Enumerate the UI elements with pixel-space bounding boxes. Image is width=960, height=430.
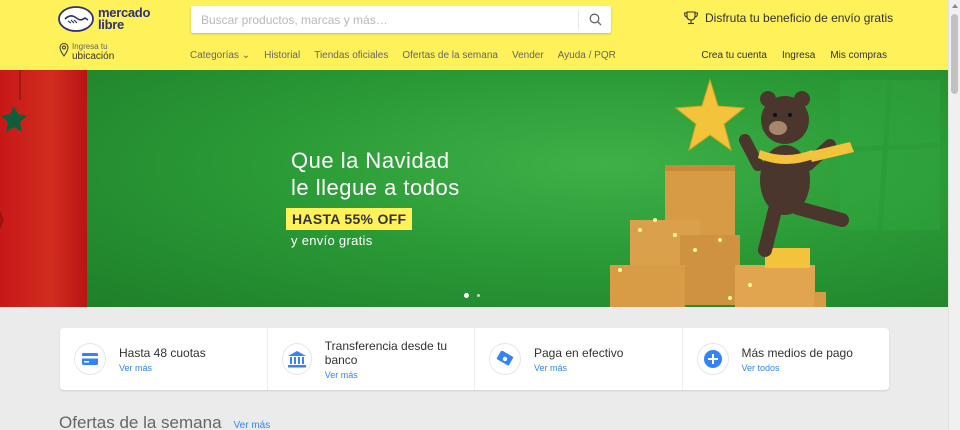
christmas-star-ornament-icon <box>0 70 27 230</box>
location-selector[interactable]: Ingresa tu ubicación <box>59 42 114 62</box>
banner-subtitle: y envío gratis <box>291 233 373 248</box>
logo-text-line2: libre <box>98 17 124 32</box>
banner-side-decoration <box>0 70 87 307</box>
payment-link[interactable]: Ver todos <box>742 363 853 373</box>
payment-link[interactable]: Ver más <box>119 363 206 373</box>
location-label: Ingresa tu <box>72 42 108 51</box>
payment-link[interactable]: Ver más <box>534 363 623 373</box>
search-input[interactable] <box>191 6 578 33</box>
search-button[interactable] <box>579 6 611 33</box>
payment-cash[interactable]: Paga en efectivo Ver más <box>475 328 683 390</box>
main-nav: Categorías ⌄ Historial Tiendas oficiales… <box>190 50 616 61</box>
carousel-dot-active[interactable] <box>464 293 469 298</box>
bank-icon <box>281 343 312 375</box>
offers-see-more-link[interactable]: Ver más <box>234 420 271 430</box>
scrollbar-thumb[interactable] <box>951 14 958 94</box>
promo-text: Disfruta tu beneficio de envío gratis <box>705 11 894 25</box>
payment-title: Hasta 48 cuotas <box>119 345 206 360</box>
payment-methods-card: Hasta 48 cuotas Ver más Transferencia de… <box>60 328 889 390</box>
trophy-icon <box>683 11 699 25</box>
create-account-link[interactable]: Crea tu cuenta <box>701 50 767 61</box>
login-link[interactable]: Ingresa <box>782 50 815 61</box>
offers-section-header: Ofertas de la semana Ver más <box>59 413 270 430</box>
payment-more-methods[interactable]: Más medios de pago Ver todos <box>683 328 890 390</box>
nav-historial[interactable]: Historial <box>264 50 300 61</box>
payment-installments[interactable]: Hasta 48 cuotas Ver más <box>60 328 268 390</box>
scroll-up-arrow-icon[interactable] <box>952 4 958 8</box>
my-purchases-link[interactable]: Mis compras <box>830 50 887 61</box>
logo-text: mercado libre <box>98 6 150 32</box>
nav-vender[interactable]: Vender <box>512 50 544 61</box>
carousel-dot[interactable] <box>477 294 480 297</box>
nav-categorias[interactable]: Categorías ⌄ <box>190 50 250 61</box>
search-bar <box>191 6 611 33</box>
nav-ofertas-semana[interactable]: Ofertas de la semana <box>402 50 498 61</box>
free-shipping-promo[interactable]: Disfruta tu beneficio de envío gratis <box>683 11 893 25</box>
carousel-dots <box>464 293 480 298</box>
payment-title: Transferencia desde tu banco <box>324 338 448 367</box>
account-links: Crea tu cuenta Ingresa Mis compras <box>701 50 887 61</box>
location-pin-icon <box>59 43 69 57</box>
offers-title: Ofertas de la semana <box>59 413 222 430</box>
payment-title: Más medios de pago <box>741 345 853 360</box>
handshake-logo-icon <box>58 6 94 32</box>
gift-boxes-bear-illustration <box>610 78 941 307</box>
plus-icon <box>696 343 729 375</box>
credit-card-icon <box>74 343 106 375</box>
page-scrollbar[interactable] <box>948 0 960 430</box>
banner-discount-badge: HASTA 55% OFF <box>286 208 413 230</box>
cash-icon <box>489 343 521 375</box>
payment-link[interactable]: Ver más <box>325 370 474 380</box>
mercadolibre-logo[interactable]: mercado libre <box>58 6 150 32</box>
nav-ayuda[interactable]: Ayuda / PQR <box>558 50 616 61</box>
banner-title-line1: Que la Navidad <box>291 148 450 173</box>
search-icon <box>589 13 601 26</box>
nav-categorias-label: Categorías <box>190 50 239 61</box>
chevron-down-icon: ⌄ <box>241 50 251 61</box>
payment-bank-transfer[interactable]: Transferencia desde tu banco Ver más <box>268 328 475 390</box>
nav-tiendas-oficiales[interactable]: Tiendas oficiales <box>314 50 388 61</box>
banner-title-line2: le llegue a todos <box>291 175 460 200</box>
header: mercado libre Disfruta tu beneficio de e… <box>0 0 948 70</box>
banner-title: Que la Navidad le llegue a todos <box>291 147 460 201</box>
payment-title: Paga en efectivo <box>534 345 624 360</box>
location-value: ubicación <box>72 51 115 62</box>
hero-banner[interactable]: Que la Navidad le llegue a todos HASTA 5… <box>0 70 948 307</box>
